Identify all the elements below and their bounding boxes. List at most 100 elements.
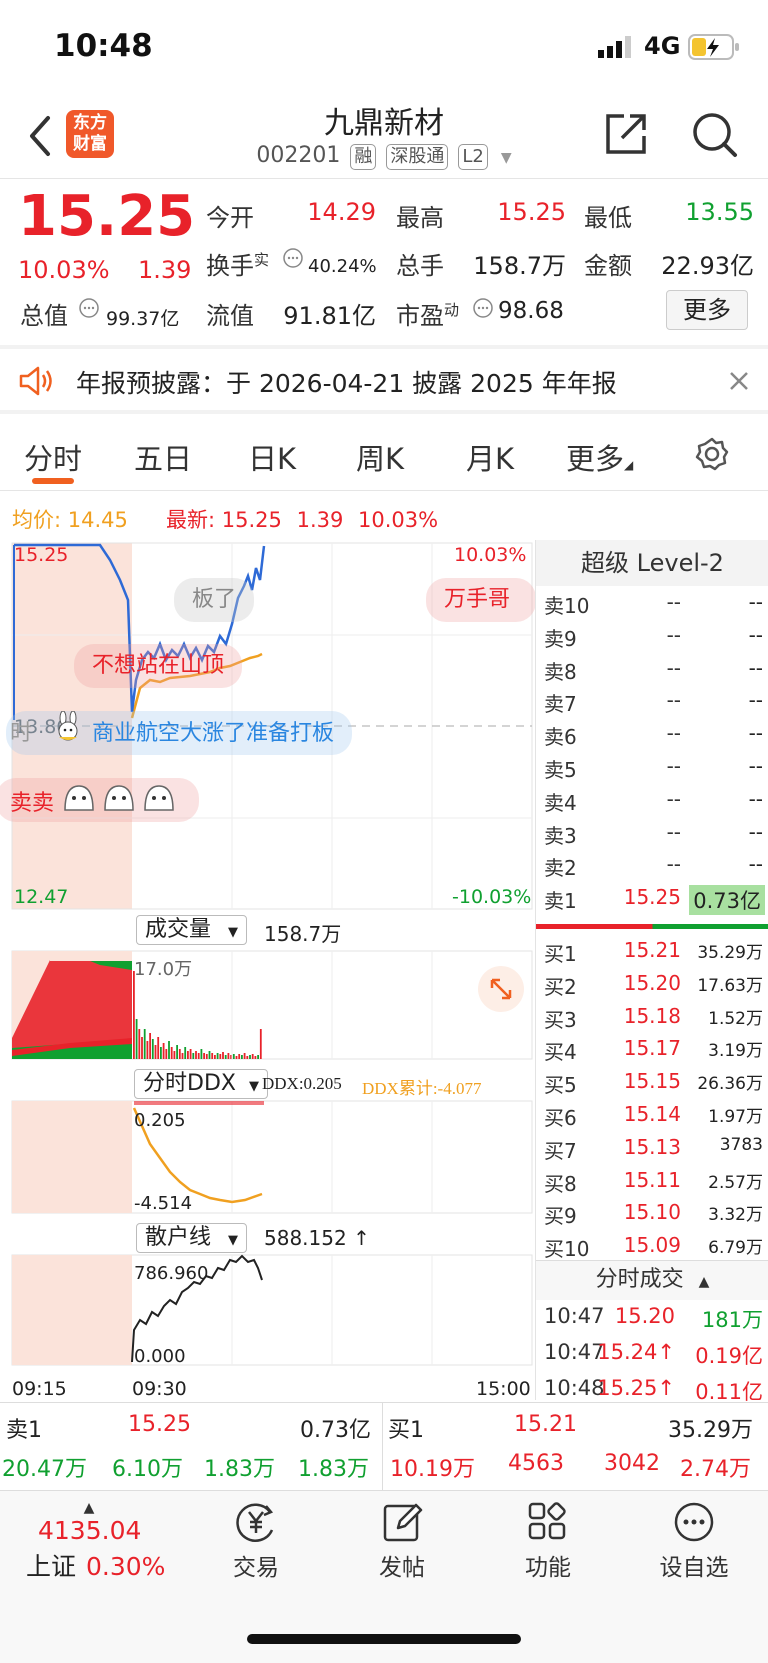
buy-row[interactable]: 买7 15.13 3783 — [536, 1135, 768, 1167]
dropdown-icon[interactable]: ▼ — [501, 150, 512, 166]
book-price: 15.14 — [623, 1102, 681, 1126]
volume-bar — [211, 1053, 214, 1059]
open-label: 今开 — [206, 204, 254, 232]
retail-axis-top: 786.960 — [134, 1263, 209, 1284]
queue-divider — [0, 1402, 768, 1403]
book-level-label: 卖8 — [544, 659, 577, 684]
buy-row[interactable]: 买9 15.10 3.32万 — [536, 1200, 768, 1232]
buy-row[interactable]: 买2 15.20 17.63万 — [536, 971, 768, 1003]
danmaku-bubble[interactable]: 不想站在山顶 — [74, 644, 243, 688]
tick-row: 10:47 15.24↑ 0.19亿 — [536, 1340, 768, 1372]
buy-row[interactable]: 买4 15.17 3.19万 — [536, 1036, 768, 1068]
volume-bar — [249, 1055, 251, 1059]
danmaku-bubble[interactable]: 万手哥来 — [426, 578, 536, 622]
book-volume: 3.19万 — [708, 1041, 763, 1062]
book-level-label: 卖5 — [544, 758, 577, 782]
volume-bar — [160, 1047, 162, 1059]
info-icon[interactable] — [78, 297, 100, 323]
expand-icon[interactable] — [478, 966, 524, 1012]
float-value: 91.81亿 — [283, 302, 376, 330]
book-level-label: 卖6 — [544, 725, 577, 750]
buy-row[interactable]: 买8 15.11 2.57万 — [536, 1168, 768, 1200]
volume-bar — [203, 1053, 205, 1059]
book-price: -- — [666, 721, 681, 746]
queue-buy1-label: 买1 — [388, 1418, 424, 1443]
grid-icon — [498, 1500, 598, 1544]
more-button[interactable]: 更多 — [666, 290, 748, 330]
buy-row[interactable]: 买3 15.18 1.52万 — [536, 1004, 768, 1036]
queue-sell-item: 6.10万 — [112, 1457, 183, 1482]
sell-row[interactable]: 卖8 -- -- — [536, 656, 768, 688]
tab-more[interactable]: 更多◢ — [566, 436, 633, 478]
info-icon[interactable] — [282, 247, 304, 273]
level2-title[interactable]: 超级 Level-2 — [536, 540, 768, 586]
tick-price: 15.25↑ — [597, 1376, 675, 1400]
volume-bar — [243, 1053, 246, 1059]
float-label: 流值 — [206, 302, 254, 330]
sell-row[interactable]: 卖5 -- -- — [536, 754, 768, 786]
level2-panel: 超级 Level-2 卖10 -- -- 卖9 -- -- 卖8 -- -- 卖7 -- -- 卖6 --… — [535, 540, 768, 1404]
high-label: 最高 — [396, 204, 444, 232]
ddx-selector[interactable]: 分时DDX ▼ — [134, 1069, 268, 1099]
sell-row[interactable]: 卖2 -- -- — [536, 852, 768, 884]
notice-text[interactable]: 年报预披露：于 2026-04-21 披露 2025 年年报 — [76, 364, 617, 400]
battery-icon — [688, 34, 740, 64]
book-volume: 2.57万 — [708, 1172, 763, 1193]
tab-monthly-k[interactable]: 月K — [466, 436, 514, 478]
sell-row[interactable]: 卖10 -- -- — [536, 590, 768, 622]
volume-axis-max: 17.0万 — [134, 959, 193, 980]
queue-buy-item: 4563 — [508, 1451, 564, 1476]
nav-trade[interactable]: 交易 — [206, 1500, 306, 1582]
danmaku-bubble[interactable]: 板了 — [174, 578, 255, 622]
volume-bar — [178, 1049, 181, 1059]
buy-row[interactable]: 买6 15.14 1.97万 — [536, 1102, 768, 1134]
volume-bar — [181, 1053, 184, 1059]
sell-row[interactable]: 卖7 -- -- — [536, 688, 768, 720]
stock-code-line: 002201 融 深股通 L2 ▼ — [0, 143, 768, 170]
sell-row[interactable]: 卖1 15.25 0.73亿 — [536, 885, 768, 917]
tab-daily-k[interactable]: 日K — [248, 436, 296, 478]
book-volume: 0.73亿 — [689, 885, 765, 916]
buy-row[interactable]: 买1 15.21 35.29万 — [536, 938, 768, 970]
close-icon[interactable] — [726, 368, 752, 398]
ddx-axis-top: 0.205 — [134, 1110, 186, 1131]
book-volume: -- — [748, 786, 763, 811]
sell-row[interactable]: 卖3 -- -- — [536, 820, 768, 852]
tab-weekly-k[interactable]: 周K — [356, 436, 404, 478]
tab-intraday[interactable]: 分时 — [24, 436, 82, 478]
badge-l2: L2 — [458, 144, 488, 170]
volume-bar — [170, 1047, 173, 1059]
ticks-header[interactable]: 分时成交 ▲ — [536, 1260, 768, 1300]
sell-row[interactable]: 卖9 -- -- — [536, 623, 768, 655]
volume-bar — [241, 1055, 243, 1059]
nav-functions[interactable]: 功能 — [498, 1500, 598, 1582]
retail-axis-bottom: 0.000 — [134, 1346, 186, 1367]
nav-watchlist[interactable]: 设自选 — [644, 1500, 744, 1582]
book-level-label: 买6 — [544, 1106, 577, 1130]
tab-five-day[interactable]: 五日 — [134, 436, 192, 478]
danmaku-bubble[interactable]: 卖卖 — [0, 778, 200, 822]
sell-row[interactable]: 卖6 -- -- — [536, 721, 768, 753]
volume-bar — [176, 1045, 178, 1059]
search-icon[interactable] — [690, 110, 738, 162]
volume-bar — [138, 1029, 141, 1059]
retail-selector[interactable]: 散户线 ▼ — [136, 1223, 248, 1253]
share-icon[interactable] — [602, 110, 650, 162]
last-info: 最新: 15.25 1.39 10.03% — [166, 504, 438, 534]
tick-row: 10:47 15.20 181万 — [536, 1304, 768, 1336]
nav-post[interactable]: 发帖 — [352, 1500, 452, 1582]
book-volume: -- — [748, 590, 763, 614]
volume-selector[interactable]: 成交量 ▼ — [136, 915, 248, 945]
index-ticker[interactable]: ▲ 4135.04 上证 0.30% — [24, 1500, 174, 1583]
time-axis-start: 09:15 — [12, 1378, 67, 1400]
settings-icon[interactable] — [694, 436, 730, 476]
queue-sell1-price: 15.25 — [128, 1412, 191, 1437]
sell-row[interactable]: 卖4 -- -- — [536, 787, 768, 819]
danmaku-bubble[interactable]: 时 商业航空大涨了准备打板 — [6, 710, 353, 755]
book-level-label: 买8 — [544, 1171, 577, 1196]
buy-row[interactable]: 买5 15.15 26.36万 — [536, 1069, 768, 1101]
low-value: 13.55 — [685, 198, 754, 226]
badge-margin: 融 — [350, 144, 377, 170]
info-icon[interactable] — [472, 297, 494, 323]
tick-time: 10:47 — [544, 1340, 605, 1364]
